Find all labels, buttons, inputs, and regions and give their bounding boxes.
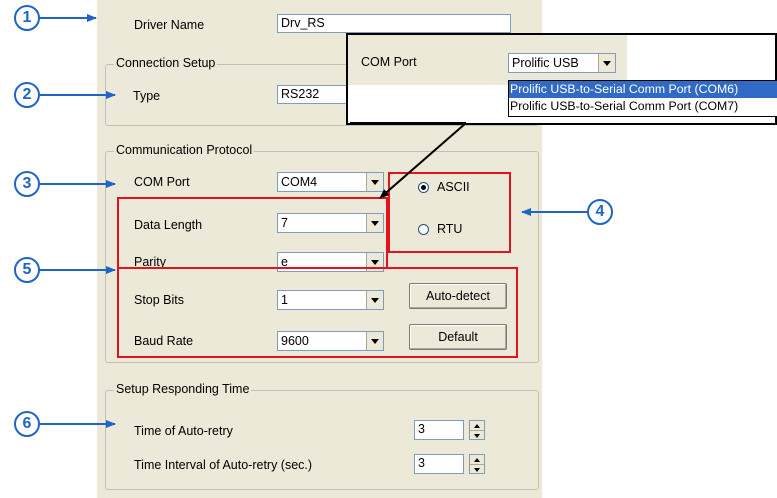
callout-5: 5	[14, 257, 40, 283]
callout-2: 2	[14, 82, 40, 108]
callout-3: 3	[14, 171, 40, 197]
callout-6: 6	[14, 411, 40, 437]
callout-1: 1	[14, 5, 40, 31]
callout-arrows	[39, 14, 587, 428]
callout-4: 4	[587, 199, 613, 225]
popup-pointer-arrow	[379, 122, 467, 199]
